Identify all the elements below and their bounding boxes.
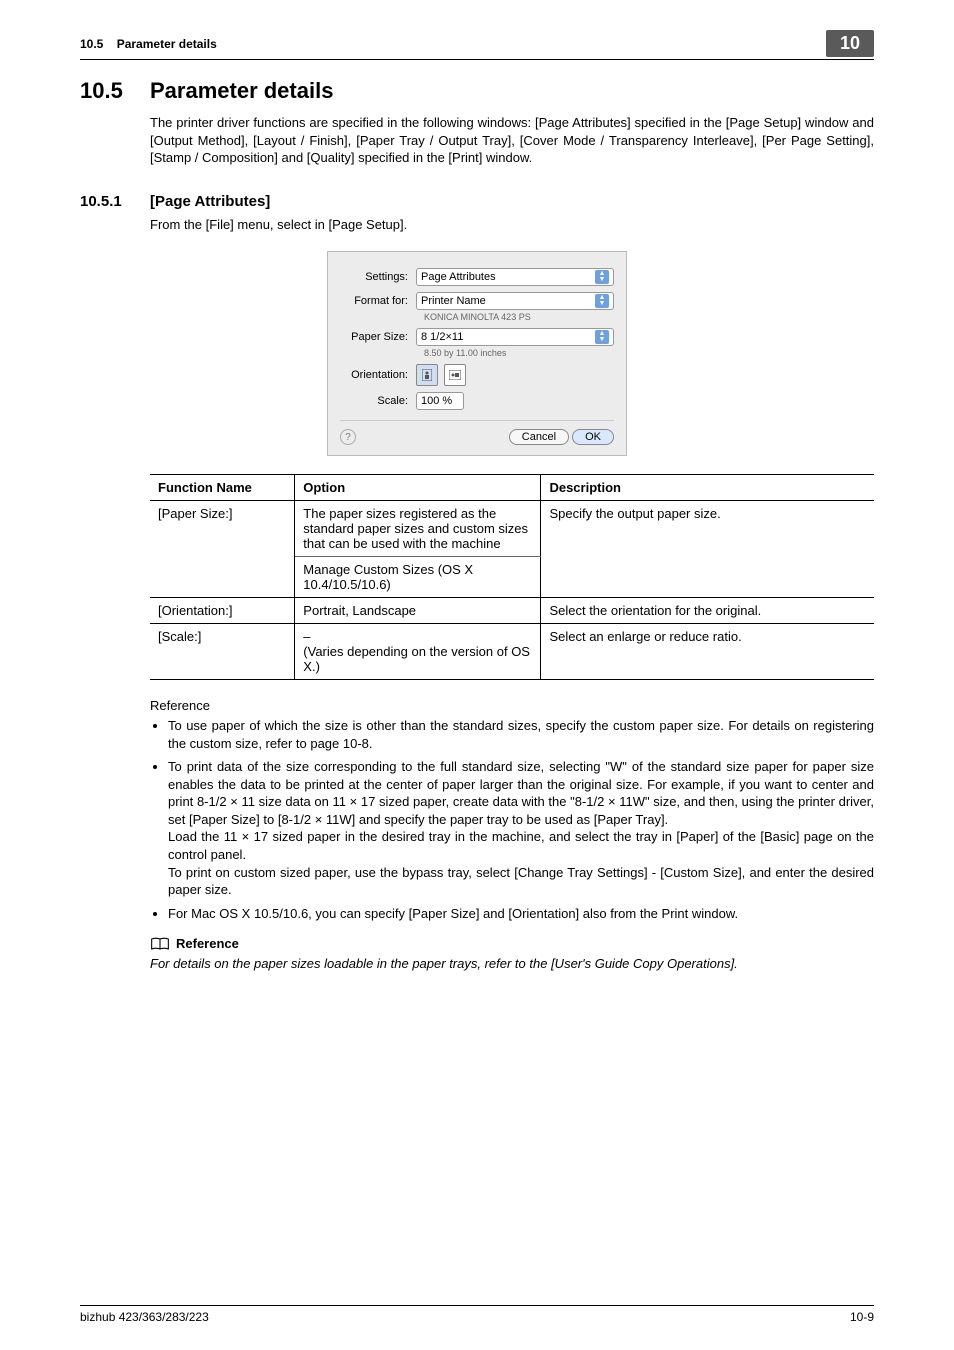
reference-block: Reference For details on the paper sizes… [150,936,874,971]
orientation-label: Orientation: [340,369,416,381]
reference-text: For details on the paper sizes loadable … [150,956,874,971]
list-item: To use paper of which the size is other … [168,717,874,752]
book-icon [150,937,170,951]
cell-desc: Specify the output paper size. [541,501,874,598]
settings-value: Page Attributes [421,271,496,283]
paper-size-subtext: 8.50 by 11.00 inches [424,348,614,358]
chapter-badge: 10 [826,30,874,57]
page-footer: bizhub 423/363/283/223 10-9 [80,1305,874,1324]
cancel-label: Cancel [522,431,556,443]
cell-opt: Manage Custom Sizes (OS X 10.4/10.5/10.6… [295,557,541,598]
reference-label: Reference [150,698,874,713]
header-left: 10.5 Parameter details [80,37,217,51]
paper-size-value: 8 1/2×11 [421,331,463,343]
table-header-row: Function Name Option Description [150,475,874,501]
format-for-value: Printer Name [421,295,486,307]
cell-fn: [Scale:] [150,624,295,680]
scale-input[interactable]: 100 % [416,392,464,410]
cell-opt: – (Varies depending on the version of OS… [295,624,541,680]
cell-fn: [Orientation:] [150,598,295,624]
ok-button[interactable]: OK [572,429,614,445]
scale-value: 100 % [421,395,452,407]
header-section-num: 10.5 [80,37,103,51]
page-setup-dialog: Settings: Page Attributes ▲▼ Format for:… [327,251,627,456]
paper-size-combo[interactable]: 8 1/2×11 ▲▼ [416,328,614,346]
help-button[interactable]: ? [340,429,356,445]
subsection-caption: From the [File] menu, select in [Page Se… [150,216,874,234]
cell-desc: Select the orientation for the original. [541,598,874,624]
running-header: 10.5 Parameter details 10 [80,30,874,60]
footer-left: bizhub 423/363/283/223 [80,1310,209,1324]
cancel-button[interactable]: Cancel [509,429,569,445]
parameter-table: Function Name Option Description [Paper … [150,474,874,680]
cell-opt: The paper sizes registered as the standa… [295,501,541,557]
paper-size-label: Paper Size: [340,331,416,343]
reference-title: Reference [176,936,239,951]
header-section-title: Parameter details [117,37,217,51]
section-heading: 10.5Parameter details [80,78,874,104]
cell-desc: Select an enlarge or reduce ratio. [541,624,874,680]
footer-right: 10-9 [850,1310,874,1324]
reference-heading: Reference [150,936,239,951]
landscape-person-icon [449,370,461,380]
th-function: Function Name [150,475,295,501]
format-for-subtext: KONICA MINOLTA 423 PS [424,312,614,322]
th-description: Description [541,475,874,501]
h1-number: 10.5 [80,78,150,104]
updown-icon: ▲▼ [595,294,609,308]
th-option: Option [295,475,541,501]
portrait-person-icon [422,369,432,381]
table-row: [Paper Size:] The paper sizes registered… [150,501,874,557]
reference-bullet-list: To use paper of which the size is other … [150,717,874,922]
cell-opt: Portrait, Landscape [295,598,541,624]
settings-label: Settings: [340,271,416,283]
table-row: [Scale:] – (Varies depending on the vers… [150,624,874,680]
h2-title: [Page Attributes] [150,193,270,210]
h2-number: 10.5.1 [80,193,150,210]
help-icon: ? [345,432,351,443]
h1-title: Parameter details [150,78,333,103]
intro-paragraph: The printer driver functions are specifi… [150,114,874,167]
updown-icon: ▲▼ [595,330,609,344]
list-item: For Mac OS X 10.5/10.6, you can specify … [168,905,874,923]
format-for-label: Format for: [340,295,416,307]
ok-label: OK [585,431,601,443]
format-for-combo[interactable]: Printer Name ▲▼ [416,292,614,310]
cell-fn: [Paper Size:] [150,501,295,598]
orientation-landscape-button[interactable] [444,364,466,386]
settings-combo[interactable]: Page Attributes ▲▼ [416,268,614,286]
list-item: To print data of the size corresponding … [168,758,874,898]
updown-icon: ▲▼ [595,270,609,284]
orientation-portrait-button[interactable] [416,364,438,386]
subsection-heading: 10.5.1[Page Attributes] [80,193,874,210]
table-row: [Orientation:] Portrait, Landscape Selec… [150,598,874,624]
scale-label: Scale: [340,395,416,407]
